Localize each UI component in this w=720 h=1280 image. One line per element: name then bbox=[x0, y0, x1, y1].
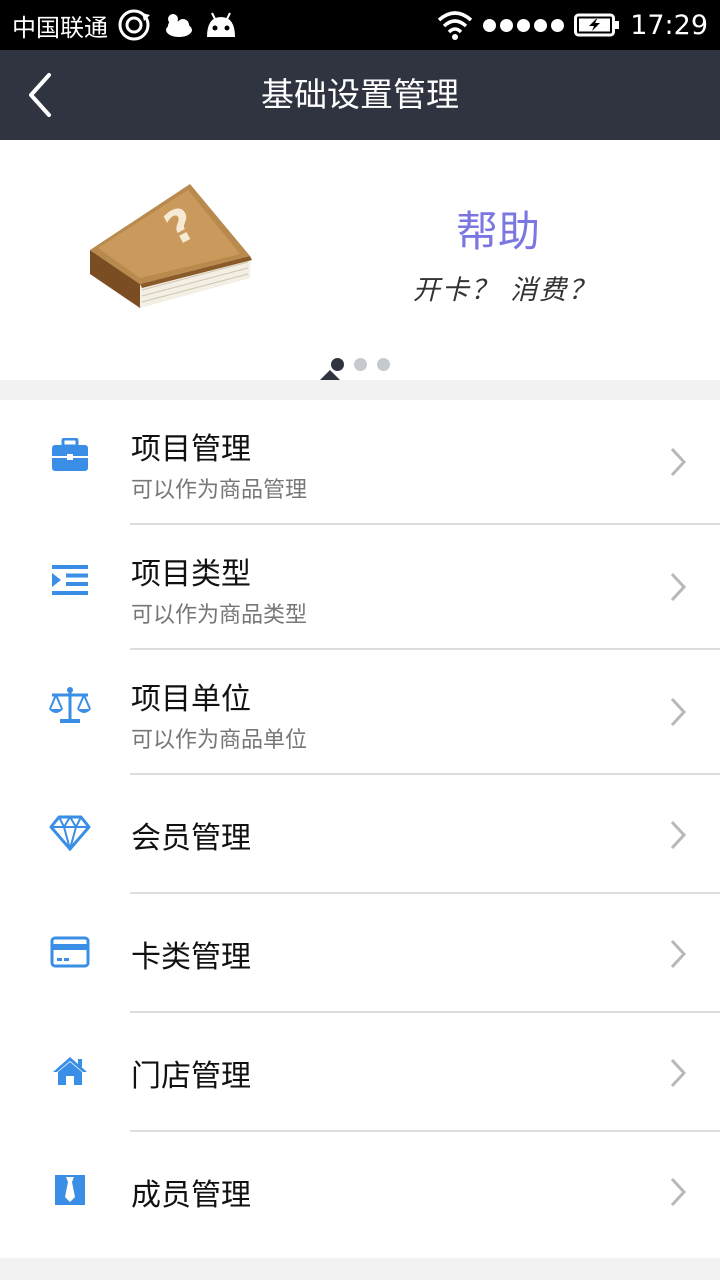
carrier-name: 中国联通 bbox=[12, 13, 108, 42]
chevron-right-icon bbox=[670, 447, 687, 477]
carousel-dot[interactable] bbox=[353, 358, 367, 371]
menu-item-card-type-management[interactable]: 卡类管理 bbox=[0, 894, 720, 1013]
clock: 17:29 bbox=[630, 9, 708, 41]
chevron-right-icon bbox=[670, 572, 687, 602]
chevron-right-icon bbox=[670, 820, 687, 850]
status-left: 中国联通 bbox=[0, 7, 238, 43]
menu-item-member-management[interactable]: 会员管理 bbox=[0, 775, 720, 894]
carousel-dot[interactable] bbox=[376, 358, 390, 371]
id-badge-icon bbox=[48, 1168, 92, 1212]
chevron-right-icon bbox=[670, 1058, 687, 1088]
menu-item-title: 卡类管理 bbox=[131, 940, 251, 975]
menu-item-title: 成员管理 bbox=[131, 1178, 251, 1213]
help-book-icon: ? bbox=[90, 184, 252, 308]
chevron-right-icon bbox=[670, 697, 687, 727]
navigation-bar: 基础设置管理 bbox=[0, 50, 720, 140]
menu-item-description: 可以作为商品类型 bbox=[131, 603, 308, 628]
banner-subtitle: 开卡？ 消费？ bbox=[412, 275, 598, 306]
chevron-left-icon bbox=[29, 73, 51, 117]
status-bar: 中国联通 17:29 bbox=[0, 0, 720, 50]
scale-icon bbox=[48, 683, 92, 727]
chevron-right-icon bbox=[670, 939, 687, 969]
menu-item-title: 项目单位 bbox=[131, 682, 251, 717]
banner-title: 帮助 bbox=[455, 207, 540, 256]
battery-icon bbox=[574, 13, 620, 37]
menu-item-title: 会员管理 bbox=[131, 821, 251, 856]
chevron-right-icon bbox=[670, 1177, 687, 1207]
page-title: 基础设置管理 bbox=[261, 75, 459, 114]
menu-item-description: 可以作为商品管理 bbox=[131, 478, 308, 503]
menu-item-project-type[interactable]: 项目类型 可以作为商品类型 bbox=[0, 525, 720, 650]
credit-card-icon bbox=[48, 930, 92, 974]
menu-item-title: 项目类型 bbox=[131, 557, 251, 592]
home-icon bbox=[48, 1049, 92, 1093]
carousel-indicator bbox=[0, 358, 720, 371]
carousel-pointer bbox=[320, 370, 340, 380]
back-button[interactable] bbox=[10, 65, 70, 125]
sync-icon bbox=[118, 9, 150, 41]
settings-menu: 项目管理 可以作为商品管理 项目类型 可以作为商品类型 项目单位 可以作为商品单… bbox=[0, 400, 720, 1258]
briefcase-icon bbox=[48, 433, 92, 477]
menu-item-title: 项目管理 bbox=[131, 432, 251, 467]
notification-icons bbox=[116, 7, 238, 43]
menu-item-store-management[interactable]: 门店管理 bbox=[0, 1013, 720, 1132]
signal-strength-icon bbox=[483, 18, 565, 32]
menu-item-description: 可以作为商品单位 bbox=[131, 728, 308, 753]
wifi-icon bbox=[438, 11, 473, 40]
menu-item-title: 门店管理 bbox=[131, 1059, 251, 1094]
android-icon bbox=[207, 12, 235, 37]
help-banner[interactable]: ? 帮助 开卡？ 消费？ bbox=[0, 140, 720, 380]
menu-item-staff-management[interactable]: 成员管理 bbox=[0, 1132, 720, 1251]
indent-list-icon bbox=[48, 558, 92, 602]
weather-icon bbox=[166, 14, 192, 37]
menu-item-project-management[interactable]: 项目管理 可以作为商品管理 bbox=[0, 400, 720, 525]
diamond-icon bbox=[48, 811, 92, 855]
menu-item-project-unit[interactable]: 项目单位 可以作为商品单位 bbox=[0, 650, 720, 775]
status-right: 17:29 bbox=[437, 10, 720, 41]
